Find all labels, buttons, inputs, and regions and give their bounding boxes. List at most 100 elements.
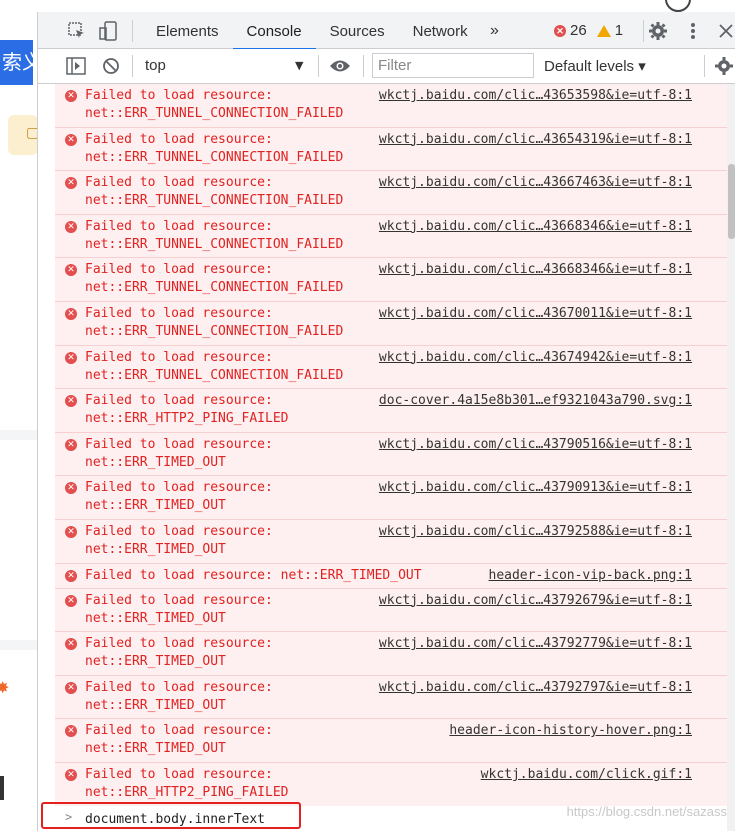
- toolbar-divider: [318, 55, 319, 77]
- error-icon: ✕: [65, 90, 77, 102]
- error-icon: ✕: [554, 24, 566, 37]
- source-link[interactable]: wkctj.baidu.com/clic…43792797&ie=utf-8:1: [379, 680, 692, 695]
- scrollbar-thumb[interactable]: [728, 164, 735, 239]
- eye-icon[interactable]: [329, 55, 351, 77]
- console-toolbar: top ▼ Default levels ▾: [38, 49, 735, 84]
- source-link[interactable]: wkctj.baidu.com/clic…43790516&ie=utf-8:1: [379, 437, 692, 452]
- console-gutter: [38, 84, 55, 831]
- console-error-row: ✕ Failed to load resource:net::ERR_HTTP2_…: [55, 763, 727, 807]
- warning-icon: [596, 24, 611, 37]
- close-icon[interactable]: [715, 20, 735, 42]
- error-message: Failed to load resource:: [85, 131, 273, 147]
- console-error-row: ✕ Failed to load resource: net::ERR_TIMED_…: [55, 719, 727, 763]
- source-link[interactable]: header-icon-vip-back.png:1: [489, 568, 693, 583]
- tab-console[interactable]: Console: [232, 12, 316, 50]
- error-message: Failed to load resource:: [85, 175, 273, 191]
- source-link[interactable]: wkctj.baidu.com/clic…43668346&ie=utf-8:1: [379, 262, 692, 277]
- error-message: Failed to load resource:: [85, 679, 273, 695]
- toolbar-divider: [132, 20, 133, 42]
- console-error-row: ✕ Failed to load resource: net::ERR_TUNNEL…: [55, 214, 727, 259]
- error-code: net::ERR_TUNNEL_CONNECTION_FAILED: [85, 106, 344, 121]
- kebab-menu-icon[interactable]: [682, 20, 704, 42]
- error-message: Failed to load resource:: [85, 767, 273, 782]
- source-link[interactable]: wkctj.baidu.com/clic…43792588&ie=utf-8:1: [379, 524, 692, 539]
- error-code: net::ERR_TUNNEL_CONNECTION_FAILED: [85, 236, 344, 252]
- console-error-row: ✕ Failed to load resource: net::ERR_TIMED_…: [55, 520, 727, 564]
- console-scrollbar[interactable]: [727, 84, 735, 831]
- error-code: net::ERR_TIMED_OUT: [85, 654, 226, 670]
- source-link[interactable]: wkctj.baidu.com/clic…43670011&ie=utf-8:1: [379, 306, 692, 321]
- source-link[interactable]: doc-cover.4a15e8b301…ef9321043a790.svg:1: [379, 393, 692, 408]
- console-error-row: ✕ Failed to load resource: net::ERR_TIMED…: [55, 563, 727, 589]
- search-button[interactable]: 索义: [0, 40, 33, 85]
- source-link[interactable]: wkctj.baidu.com/clic…43790913&ie=utf-8:1: [379, 480, 692, 495]
- error-message: Failed to load resource:: [85, 592, 273, 608]
- console-messages[interactable]: ✕ Failed to load resource: net::ERR_TUNNEL…: [55, 84, 727, 831]
- error-icon: ✕: [65, 177, 77, 190]
- console-error-row: ✕ Failed to load resource: net::ERR_TIMED_…: [55, 675, 727, 720]
- error-count: 26: [570, 22, 587, 39]
- source-link[interactable]: wkctj.baidu.com/clic…43674942&ie=utf-8:1: [379, 350, 692, 365]
- gift-icon[interactable]: ▢: [8, 115, 37, 155]
- console-error-row: ✕ Failed to load resource: net::ERR_TIMED_…: [55, 476, 727, 520]
- clear-console-icon[interactable]: [100, 55, 122, 77]
- error-message: Failed to load resource:: [85, 218, 273, 234]
- error-message: Failed to load resource:: [85, 393, 273, 409]
- devtools-panel: Elements Console Sources Network » ✕ 26 …: [37, 12, 735, 831]
- filter-input[interactable]: [372, 53, 534, 78]
- error-icon: ✕: [65, 308, 77, 320]
- more-tabs-chevron-icon[interactable]: »: [490, 22, 499, 40]
- chevron-down-icon[interactable]: ▼: [295, 59, 303, 72]
- source-link[interactable]: wkctj.baidu.com/clic…43668346&ie=utf-8:1: [379, 219, 692, 234]
- watermark: https://blog.csdn.net/sazass: [566, 804, 727, 819]
- devtools-tabbar: Elements Console Sources Network » ✕ 26 …: [38, 12, 735, 50]
- context-selector[interactable]: top: [145, 57, 166, 74]
- error-code: net::ERR_TIMED_OUT: [85, 741, 226, 757]
- error-icon: ✕: [65, 133, 77, 146]
- flame-icon: ✸: [0, 678, 10, 697]
- console-settings-gear-icon[interactable]: [713, 55, 735, 77]
- gear-icon[interactable]: [647, 20, 669, 42]
- error-message: Failed to load resource:: [85, 480, 273, 496]
- tab-sources[interactable]: Sources: [316, 12, 399, 49]
- error-message: Failed to load resource:: [85, 262, 273, 278]
- console-error-row: ✕ Failed to load resource: net::ERR_TUNNEL…: [55, 302, 727, 346]
- source-link[interactable]: wkctj.baidu.com/clic…43667463&ie=utf-8:1: [379, 175, 692, 190]
- error-code: net::ERR_TIMED_OUT: [85, 697, 226, 713]
- error-message: Failed to load resource:: [85, 306, 273, 321]
- toolbar-divider: [643, 20, 644, 42]
- error-icon: ✕: [65, 769, 77, 781]
- error-icon: ✕: [65, 569, 77, 582]
- device-toolbar-icon[interactable]: [98, 20, 120, 42]
- log-levels-dropdown[interactable]: Default levels ▾: [544, 57, 646, 75]
- error-icon: ✕: [65, 482, 77, 495]
- source-link[interactable]: wkctj.baidu.com/clic…43653598&ie=utf-8:1: [379, 88, 692, 103]
- tab-elements[interactable]: Elements: [142, 12, 233, 49]
- source-link[interactable]: wkctj.baidu.com/clic…43654319&ie=utf-8:1: [379, 132, 692, 147]
- console-error-row: ✕ Failed to load resource:net::ERR_TUNNEL…: [55, 84, 727, 128]
- error-message: Failed to load resource:: [85, 436, 273, 452]
- source-link[interactable]: wkctj.baidu.com/clic…43792779&ie=utf-8:1: [379, 636, 692, 651]
- issue-counts[interactable]: ✕ 26 1: [554, 22, 623, 39]
- error-message: Failed to load resource:: [85, 349, 273, 365]
- profile-icon[interactable]: [665, 0, 691, 12]
- error-icon: ✕: [65, 438, 77, 451]
- error-message: Failed to load resource:: [85, 88, 273, 103]
- tab-network[interactable]: Network: [399, 12, 482, 49]
- page-left-strip: 索义 ▢ ✸: [0, 0, 37, 831]
- error-code: net::ERR_TUNNEL_CONNECTION_FAILED: [85, 193, 344, 209]
- console-error-row: ✕ Failed to load resource: net::ERR_TIMED_…: [55, 588, 727, 633]
- error-code: net::ERR_HTTP2_PING_FAILED: [85, 785, 289, 800]
- error-icon: ✕: [65, 594, 77, 607]
- edge-mark: [0, 776, 4, 800]
- sidebar-toggle-icon[interactable]: [65, 55, 87, 77]
- inspect-element-icon[interactable]: [66, 20, 88, 42]
- error-message: Failed to load resource:: [85, 636, 273, 652]
- source-link[interactable]: wkctj.baidu.com/clic…43792679&ie=utf-8:1: [379, 593, 692, 608]
- source-link[interactable]: wkctj.baidu.com/click.gif:1: [481, 767, 692, 782]
- error-icon: ✕: [65, 395, 77, 408]
- error-message: Failed to load resource:: [85, 723, 273, 739]
- console-error-row: ✕ Failed to load resource:net::ERR_TUNNEL…: [55, 171, 727, 215]
- source-link[interactable]: header-icon-history-hover.png:1: [449, 723, 692, 738]
- console-error-row: ✕ Failed to load resource: net::ERR_HTTP2_…: [55, 389, 727, 433]
